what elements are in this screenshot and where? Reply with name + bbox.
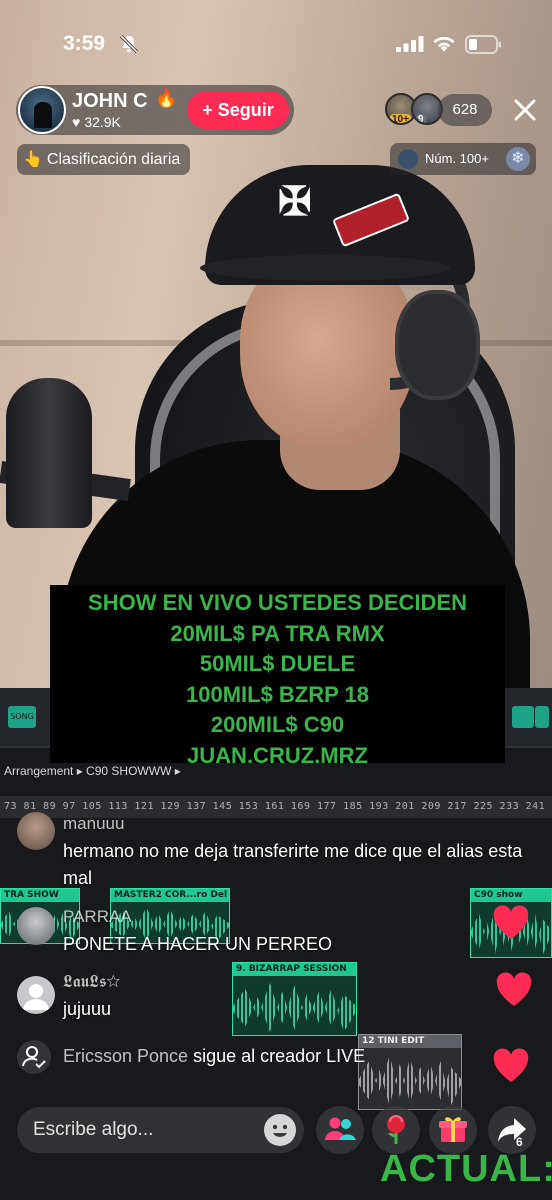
promo-line: JUAN.CRUZ.MRZ (187, 742, 368, 768)
microphone (6, 378, 92, 528)
host-likes-count: 32.9K (84, 114, 121, 130)
viewer-count[interactable]: 628 (438, 94, 492, 126)
clock: 3:59 (63, 32, 106, 55)
daily-ranking-label: Clasificación diaria (46, 151, 181, 168)
promo-line: 100MIL$ BZRP 18 (185, 681, 369, 707)
promo-line: 20MIL$ PA TRA RMX (170, 620, 385, 646)
rank-label: Núm. 100+ (425, 151, 489, 166)
promo-line: 200MIL$ C90 (210, 712, 345, 737)
share-icon (498, 1118, 526, 1142)
cap-logo: ✠ (278, 178, 312, 225)
promo-line: SHOW EN VIVO USTEDES DECIDEN (88, 590, 467, 615)
battery-icon (465, 35, 501, 54)
comment-text: hermano no me deja transferirte me dice … (63, 841, 523, 888)
daw-green-button (535, 706, 549, 728)
comment-avatar[interactable] (17, 907, 55, 945)
emoji-icon[interactable] (264, 1114, 296, 1146)
follow-event-user[interactable]: Ericsson Ponce (63, 1046, 188, 1066)
daw-footer-text: ACTUAL: (380, 1148, 552, 1190)
headphone-earcup (395, 290, 480, 400)
snowflake-icon: ❄ (506, 147, 530, 171)
flame-icon: 🔥 (155, 88, 178, 108)
gift-icon (439, 1117, 467, 1142)
follow-event-message: sigue al creador LIVE (193, 1046, 366, 1066)
viewer-rank-badge: 9 (415, 114, 427, 123)
top-viewers[interactable]: 10+ 9 (385, 93, 445, 127)
cap-brim (200, 255, 450, 281)
host-likes: ♥ 32.9K (72, 114, 121, 130)
host-avatar[interactable] (18, 86, 66, 134)
comment-avatar[interactable] (17, 812, 55, 850)
comment-text: jujuuu (63, 999, 112, 1019)
daily-ranking-pill[interactable]: 👆 Clasificación diaria (17, 144, 191, 175)
promo-line: 50MIL$ DUELE (199, 651, 356, 676)
heart-icon (493, 1048, 529, 1082)
share-button[interactable] (488, 1106, 536, 1154)
comment-username[interactable]: PARRAA (63, 907, 132, 927)
comment-text: PONETE A HACER UN PERREO (63, 934, 333, 954)
promo-overlay: SHOW EN VIVO USTEDES DECIDEN 20MIL$ PA T… (50, 585, 505, 768)
heart-icon (496, 972, 532, 1006)
hand-icon: 👆 (23, 151, 43, 168)
daw-green-button (512, 706, 534, 728)
rank-pill[interactable]: Núm. 100+ ❄ (390, 143, 536, 175)
follow-event: Ericsson Ponce sigue al creador LIVE (17, 1040, 477, 1074)
signal-icon (396, 36, 424, 52)
people-icon (325, 1117, 356, 1140)
people-button[interactable] (316, 1106, 364, 1154)
viewer-rank-badge: 10+ (389, 114, 412, 123)
comment-input-box[interactable] (17, 1107, 304, 1153)
heart-icon: ♥ (72, 114, 81, 130)
gift-button[interactable] (429, 1106, 477, 1154)
bell-slash-icon (119, 34, 139, 54)
close-icon[interactable] (510, 95, 540, 125)
comment-input[interactable] (33, 1107, 263, 1153)
comment-username[interactable]: 𝕷𝖆𝖚𝕷𝖘☆ (63, 972, 120, 992)
comment-avatar[interactable] (17, 976, 55, 1014)
comment-item[interactable]: 𝕷𝖆𝖚𝕷𝖘☆ jujuuu (17, 970, 537, 1022)
comment-item[interactable]: manuuu hermano no me deja transferirte m… (17, 812, 537, 892)
follow-button[interactable]: + Seguir (187, 91, 289, 129)
host-name[interactable]: JOHN C (72, 90, 148, 113)
share-count: 6 (516, 1135, 523, 1149)
follow-event-text: Ericsson Ponce sigue al creador LIVE (63, 1046, 365, 1067)
rank-avatar (398, 149, 418, 169)
heart-icon (493, 905, 529, 939)
default-avatar-icon (23, 984, 49, 1010)
status-bar: 3:59 (0, 0, 552, 80)
comment-username[interactable]: manuuu (63, 814, 124, 834)
rose-button[interactable] (372, 1106, 420, 1154)
person-check-icon (17, 1040, 51, 1074)
wifi-icon (433, 36, 455, 52)
daw-song-button: SONG (8, 706, 36, 728)
comment-item[interactable]: PARRAA PONETE A HACER UN PERREO (17, 905, 537, 957)
rose-icon (387, 1115, 405, 1144)
